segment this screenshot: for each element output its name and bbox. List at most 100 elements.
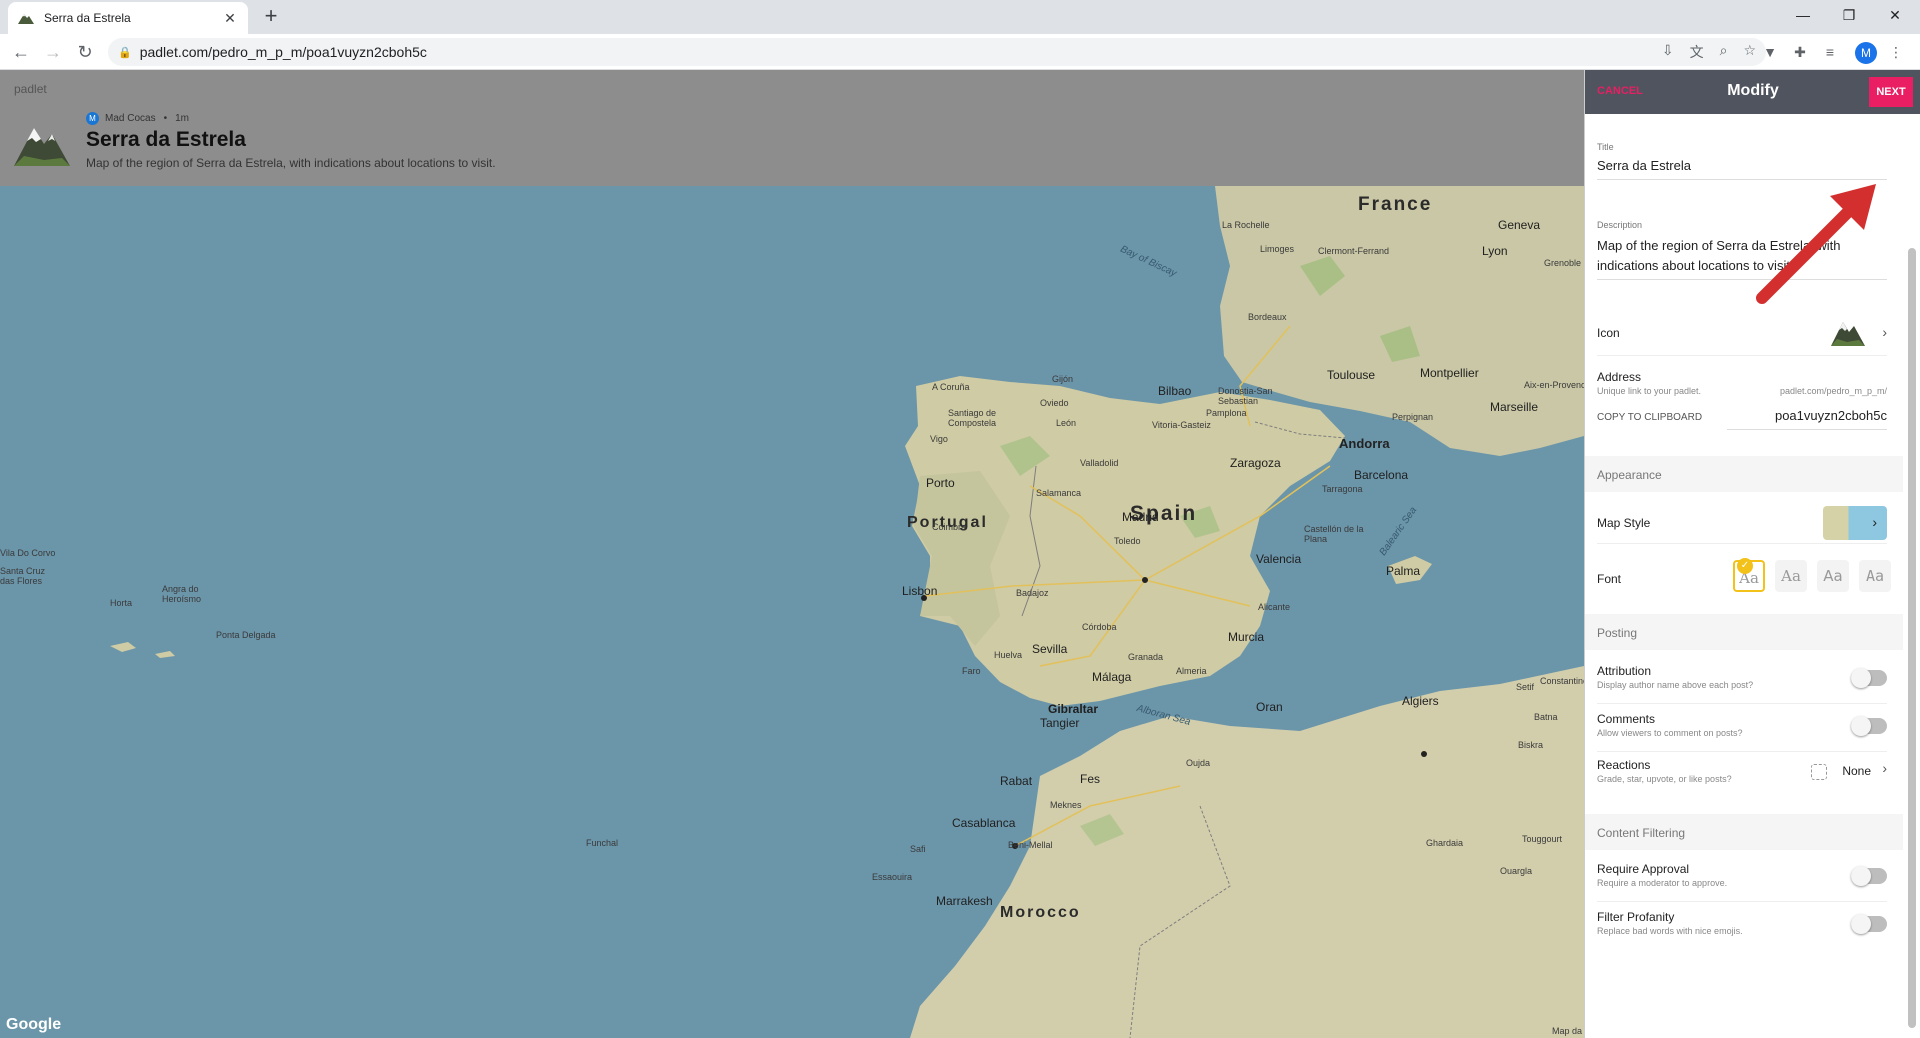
lock-icon: 🔒 [118, 46, 132, 59]
profile-avatar[interactable]: M [1855, 42, 1877, 64]
translate-icon[interactable]: 文 [1690, 42, 1704, 62]
map-label: Vigo [930, 434, 948, 444]
map-label: Toulouse [1327, 368, 1376, 382]
require-approval-sub: Require a moderator to approve. [1597, 878, 1728, 888]
map-label: Ghardaia [1426, 838, 1464, 848]
tab-strip: Serra da Estrela ✕ + — ❐ ✕ [0, 0, 1920, 34]
timestamp: 1m [175, 113, 189, 124]
map-label: Montpellier [1420, 366, 1479, 380]
toggle-knob [1851, 866, 1871, 886]
font-label: Font [1597, 572, 1622, 586]
forward-icon[interactable]: → [42, 41, 64, 63]
map-style-row[interactable]: Map Style › [1597, 506, 1887, 544]
posting-heading: Posting [1597, 626, 1638, 640]
map-label: Málaga [1092, 670, 1132, 684]
reactions-row[interactable]: Reactions Grade, star, upvote, or like p… [1597, 758, 1887, 798]
icon-label: Icon [1597, 326, 1620, 340]
copy-to-clipboard-button[interactable]: COPY TO CLIPBOARD [1597, 412, 1702, 423]
restore-icon[interactable]: ❐ [1826, 0, 1872, 30]
minimize-icon[interactable]: — [1780, 0, 1826, 30]
map-label: Morocco [1000, 904, 1081, 921]
new-tab-icon[interactable]: + [258, 4, 284, 30]
close-tab-icon[interactable]: ✕ [222, 10, 238, 27]
map-label: Castellón de la Plana [1304, 524, 1364, 544]
map-label: León [1056, 418, 1077, 428]
content-filtering-heading: Content Filtering [1597, 826, 1686, 840]
comments-row: Comments Allow viewers to comment on pos… [1597, 712, 1887, 752]
address-input[interactable]: poa1vuyzn2cboh5c [1727, 408, 1887, 430]
map-label: Valencia [1256, 552, 1302, 566]
map-label: Beni-Mellal [1008, 840, 1053, 850]
toggle-knob [1851, 668, 1871, 688]
font-option-3[interactable]: Aa [1817, 560, 1849, 592]
map-style-thumbnail[interactable] [1823, 506, 1887, 540]
red-arrow-icon [1756, 184, 1876, 304]
attribution-toggle[interactable] [1851, 668, 1887, 688]
scrollbar-thumb[interactable] [1908, 248, 1916, 1028]
padlet-brand[interactable]: padlet [14, 82, 47, 96]
attribution-row: Attribution Display author name above ea… [1597, 664, 1887, 704]
map-label: Donostia-San Sebastian [1218, 386, 1273, 406]
map-label: Zaragoza [1230, 456, 1281, 470]
back-icon[interactable]: ← [10, 41, 32, 63]
font-option-2[interactable]: Aa [1775, 560, 1807, 592]
reload-icon[interactable]: ↻ [74, 41, 96, 63]
bookmark-star-icon[interactable]: ☆ [1743, 42, 1756, 62]
map-label: Marseille [1490, 400, 1539, 414]
separator: • [163, 113, 168, 124]
title-input[interactable]: Serra da Estrela [1597, 158, 1887, 173]
require-approval-row: Require Approval Require a moderator to … [1597, 862, 1887, 902]
map-label: Grenoble [1544, 258, 1582, 268]
address-bar[interactable]: 🔒 padlet.com/pedro_m_p_m/poa1vuyzn2cboh5… [108, 38, 1766, 66]
map-label: Lisbon [902, 584, 938, 598]
require-approval-toggle[interactable] [1851, 866, 1887, 886]
comments-sub: Allow viewers to comment on posts? [1597, 728, 1743, 738]
toggle-knob [1851, 716, 1871, 736]
map-label: Essaouira [872, 872, 913, 882]
map-label: Faro [962, 666, 981, 676]
puzzle-icon[interactable]: ✚ [1790, 42, 1810, 62]
map-label: Marrakesh [936, 894, 993, 908]
font-option-4[interactable]: Aa [1859, 560, 1891, 592]
scrollbar[interactable] [1905, 118, 1919, 1038]
attribution-label: Attribution [1597, 664, 1652, 678]
author-name: Mad Cocas [105, 113, 156, 124]
tab-title: Serra da Estrela [44, 11, 131, 25]
map-label: Biskra [1518, 740, 1544, 750]
reading-list-icon[interactable]: ≡ [1820, 42, 1840, 62]
map-label: Clermont-Ferrand [1318, 246, 1390, 256]
padlet-title: Serra da Estrela [86, 128, 246, 151]
map-label: Aix-en-Provence [1524, 380, 1584, 390]
map-label: Bordeaux [1248, 312, 1287, 322]
map-label: Gibraltar [1048, 702, 1099, 716]
map-label: Coimbra [932, 522, 967, 532]
padlet-description: Map of the region of Serra da Estrela, w… [86, 156, 496, 170]
next-button[interactable]: NEXT [1869, 77, 1913, 107]
zoom-icon[interactable]: ⌕ [1720, 42, 1728, 62]
filter-profanity-toggle[interactable] [1851, 914, 1887, 934]
map-label: Touggourt [1522, 834, 1563, 844]
mountain-icon [1831, 318, 1865, 349]
comments-toggle[interactable] [1851, 716, 1887, 736]
page: padlet M Mad Cocas • 1m Serra da Estrela… [0, 70, 1920, 1038]
browser-toolbar: ← → ↻ 🔒 padlet.com/pedro_m_p_m/poa1vuyzn… [0, 34, 1920, 70]
map-label: Almeria [1176, 666, 1207, 676]
extension-icon[interactable]: ▼ [1760, 42, 1780, 62]
posting-section: Posting [1585, 614, 1903, 650]
title-field[interactable]: Title Serra da Estrela [1597, 142, 1887, 180]
chevron-right-icon: › [1882, 760, 1887, 776]
close-window-icon[interactable]: ✕ [1872, 0, 1918, 30]
map-label: Ponta Delgada [216, 630, 276, 640]
browser-tab[interactable]: Serra da Estrela ✕ [8, 2, 248, 34]
map-scale: Map da [1552, 1026, 1583, 1036]
map-label: Rabat [1000, 774, 1033, 788]
mountain-icon [18, 10, 34, 26]
install-icon[interactable]: ⇩ [1662, 42, 1674, 62]
menu-icon[interactable]: ⋮ [1886, 42, 1906, 62]
attribution-sub: Display author name above each post? [1597, 680, 1754, 690]
content-filtering-section: Content Filtering [1585, 814, 1903, 850]
map-canvas[interactable]: France Spain Portugal Morocco Andorra La… [0, 186, 1584, 1038]
reactions-value: None [1842, 764, 1871, 778]
reactions-empty-icon [1811, 764, 1827, 780]
icon-row[interactable]: Icon › [1597, 316, 1887, 356]
